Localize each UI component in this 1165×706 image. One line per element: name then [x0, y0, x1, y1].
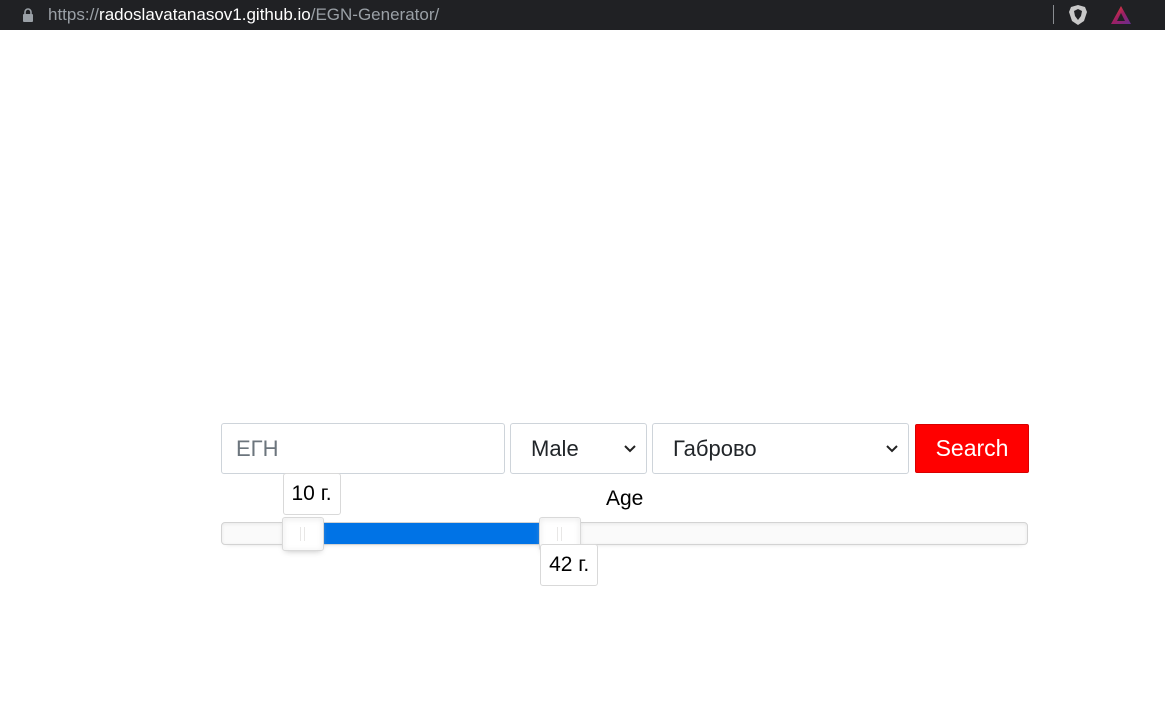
- city-selected-value: Габрово: [673, 435, 757, 461]
- browser-address-bar: https://radoslavatanasov1.github.io/EGN-…: [0, 0, 1165, 30]
- chevron-down-icon: [886, 444, 898, 452]
- search-button[interactable]: Search: [915, 424, 1029, 473]
- url-host: radoslavatanasov1.github.io: [99, 5, 311, 24]
- slider-handle-upper[interactable]: 42 г.: [539, 517, 599, 586]
- age-label: Age: [606, 487, 644, 510]
- chevron-down-icon: [624, 444, 636, 452]
- url-path: /EGN-Generator/: [310, 5, 440, 24]
- toolbar-divider: [1053, 5, 1054, 24]
- egn-input[interactable]: [221, 423, 505, 474]
- slider-range-fill: [302, 523, 561, 544]
- gender-select[interactable]: Male: [510, 423, 647, 474]
- url-scheme: https://: [48, 5, 100, 24]
- age-range-slider[interactable]: 10 г. 42 г.: [221, 473, 1028, 586]
- brave-shield-icon[interactable]: [1068, 4, 1088, 26]
- gender-selected-value: Male: [531, 435, 579, 461]
- url-text[interactable]: https://radoslavatanasov1.github.io/EGN-…: [48, 5, 439, 25]
- city-select[interactable]: Габрово: [652, 423, 909, 474]
- slider-handle-lower[interactable]: 10 г.: [281, 473, 341, 551]
- lock-icon: [23, 8, 33, 22]
- slider-tooltip-upper: 42 г.: [540, 544, 599, 586]
- brave-rewards-icon[interactable]: [1110, 5, 1132, 25]
- slider-tooltip-lower: 10 г.: [282, 473, 341, 515]
